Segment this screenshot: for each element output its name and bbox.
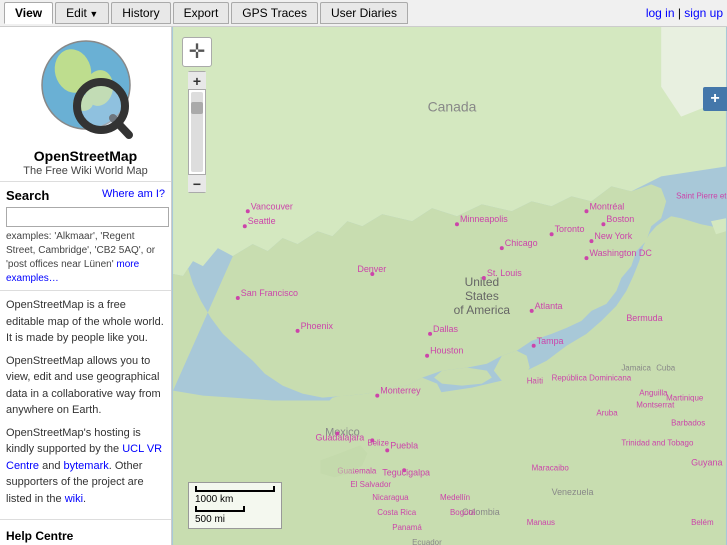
scale-label-mi: 500 mi — [195, 514, 275, 525]
svg-text:República Dominicana: República Dominicana — [552, 374, 632, 383]
tab-gps-traces[interactable]: GPS Traces — [231, 2, 318, 24]
scale-bar: 1000 km 500 mi — [188, 482, 282, 529]
svg-text:Minneapolis: Minneapolis — [460, 214, 508, 224]
svg-text:Maracaibo: Maracaibo — [532, 463, 570, 472]
svg-text:Cuba: Cuba — [656, 364, 676, 373]
svg-text:Montréal: Montréal — [589, 201, 624, 211]
login-link[interactable]: log in — [646, 6, 675, 20]
svg-text:Seattle: Seattle — [248, 216, 276, 226]
svg-text:Saint Pierre et Miquelon: Saint Pierre et Miquelon — [676, 191, 727, 200]
svg-text:Canada: Canada — [428, 99, 477, 115]
svg-text:Puebla: Puebla — [390, 440, 418, 450]
svg-text:Trinidad and Tobago: Trinidad and Tobago — [621, 438, 694, 447]
svg-text:San Francisco: San Francisco — [241, 288, 298, 298]
svg-text:Denver: Denver — [357, 264, 386, 274]
svg-text:Chicago: Chicago — [505, 238, 538, 248]
search-row: Go — [6, 207, 165, 227]
footer-help-centre[interactable]: Help Centre — [6, 526, 165, 545]
map-svg: Canada United States of America Mexico V… — [172, 27, 727, 545]
svg-text:Belize: Belize — [367, 438, 389, 447]
svg-text:Nicaragua: Nicaragua — [372, 493, 409, 502]
sidebar: OpenStreetMap The Free Wiki World Map Se… — [0, 27, 172, 545]
tab-export[interactable]: Export — [173, 2, 230, 24]
svg-text:Monterrey: Monterrey — [380, 386, 421, 396]
svg-text:Phoenix: Phoenix — [301, 321, 334, 331]
header-nav: View Edit History Export GPS Traces User… — [0, 0, 727, 27]
svg-text:Washington DC: Washington DC — [589, 248, 652, 258]
svg-text:Houston: Houston — [430, 346, 463, 356]
svg-text:Dallas: Dallas — [433, 324, 458, 334]
svg-text:Bermuda: Bermuda — [626, 313, 662, 323]
svg-text:Medellín: Medellín — [440, 493, 470, 502]
svg-text:Guyana: Guyana — [691, 457, 722, 467]
zoom-track[interactable] — [191, 92, 203, 172]
auth-links: log in | sign up — [646, 6, 723, 20]
svg-text:Tampa: Tampa — [537, 336, 564, 346]
tab-user-diaries[interactable]: User Diaries — [320, 2, 408, 24]
search-input[interactable] — [6, 207, 169, 227]
svg-text:Haïti: Haïti — [527, 377, 544, 386]
logo-area: OpenStreetMap The Free Wiki World Map — [0, 27, 171, 182]
map-area[interactable]: Canada United States of America Mexico V… — [172, 27, 727, 545]
tab-view[interactable]: View — [4, 2, 53, 24]
zoom-in-button[interactable]: + — [188, 72, 206, 90]
main-layout: OpenStreetMap The Free Wiki World Map Se… — [0, 27, 727, 545]
tab-edit[interactable]: Edit — [55, 2, 109, 24]
wiki-link[interactable]: wiki — [65, 493, 83, 505]
svg-text:El Salvador: El Salvador — [350, 480, 391, 489]
logo-title: OpenStreetMap — [4, 148, 167, 164]
footer-links: Help Centre Documentation Copyright & Li… — [0, 520, 171, 545]
pan-control[interactable]: ✛ — [182, 37, 212, 67]
svg-text:Atlanta: Atlanta — [535, 301, 563, 311]
svg-text:Belém: Belém — [691, 518, 714, 527]
svg-text:St. Louis: St. Louis — [487, 268, 522, 278]
svg-text:Costa Rica: Costa Rica — [377, 508, 416, 517]
zoom-out-button[interactable]: − — [188, 174, 206, 192]
svg-text:States: States — [465, 289, 499, 303]
tab-history[interactable]: History — [111, 2, 170, 24]
svg-text:Ecuador: Ecuador — [412, 538, 442, 545]
svg-text:Montserrat: Montserrat — [636, 401, 675, 410]
info-p2: OpenStreetMap allows you to view, edit a… — [6, 353, 165, 419]
search-examples: examples: 'Alkmaar', 'Regent Street, Cam… — [6, 230, 165, 286]
info-p3: OpenStreetMap's hosting is kindly suppor… — [6, 425, 165, 508]
svg-text:Tegucigalpa: Tegucigalpa — [382, 467, 430, 477]
svg-text:Jamaica: Jamaica — [621, 364, 651, 373]
svg-text:Manaus: Manaus — [527, 518, 555, 527]
zoom-bar: + − — [188, 71, 206, 193]
svg-text:Boston: Boston — [606, 214, 634, 224]
svg-text:Anguilla: Anguilla — [639, 389, 668, 398]
svg-text:Panamá: Panamá — [392, 523, 422, 532]
svg-text:Aruba: Aruba — [596, 409, 618, 418]
bytemark-link[interactable]: bytemark — [64, 460, 109, 472]
map-controls: ✛ + − — [182, 37, 212, 193]
info-p1: OpenStreetMap is a free editable map of … — [6, 297, 165, 347]
osm-logo-svg — [31, 33, 141, 143]
search-area: Search Where am I? Go examples: 'Alkmaar… — [0, 182, 171, 291]
scale-line-mi — [195, 506, 245, 512]
svg-text:Bogotá: Bogotá — [450, 508, 476, 517]
svg-text:Toronto: Toronto — [555, 224, 585, 234]
svg-text:Venezuela: Venezuela — [552, 487, 594, 497]
scale-line-km — [195, 486, 275, 492]
search-label: Search — [6, 188, 49, 203]
pan-arrows-icon: ✛ — [189, 42, 206, 62]
svg-text:of America: of America — [454, 303, 511, 317]
where-am-i-link[interactable]: Where am I? — [102, 188, 165, 200]
zoom-handle[interactable] — [191, 102, 203, 114]
signup-link[interactable]: sign up — [684, 6, 723, 20]
map-layer-button[interactable]: + — [703, 87, 727, 111]
logo-subtitle: The Free Wiki World Map — [4, 165, 167, 177]
info-area: OpenStreetMap is a free editable map of … — [0, 291, 171, 520]
svg-text:Guadalajara: Guadalajara — [316, 432, 365, 442]
svg-text:Barbados: Barbados — [671, 418, 705, 427]
svg-text:New York: New York — [594, 231, 632, 241]
scale-label-km: 1000 km — [195, 494, 275, 505]
svg-text:Vancouver: Vancouver — [251, 201, 293, 211]
